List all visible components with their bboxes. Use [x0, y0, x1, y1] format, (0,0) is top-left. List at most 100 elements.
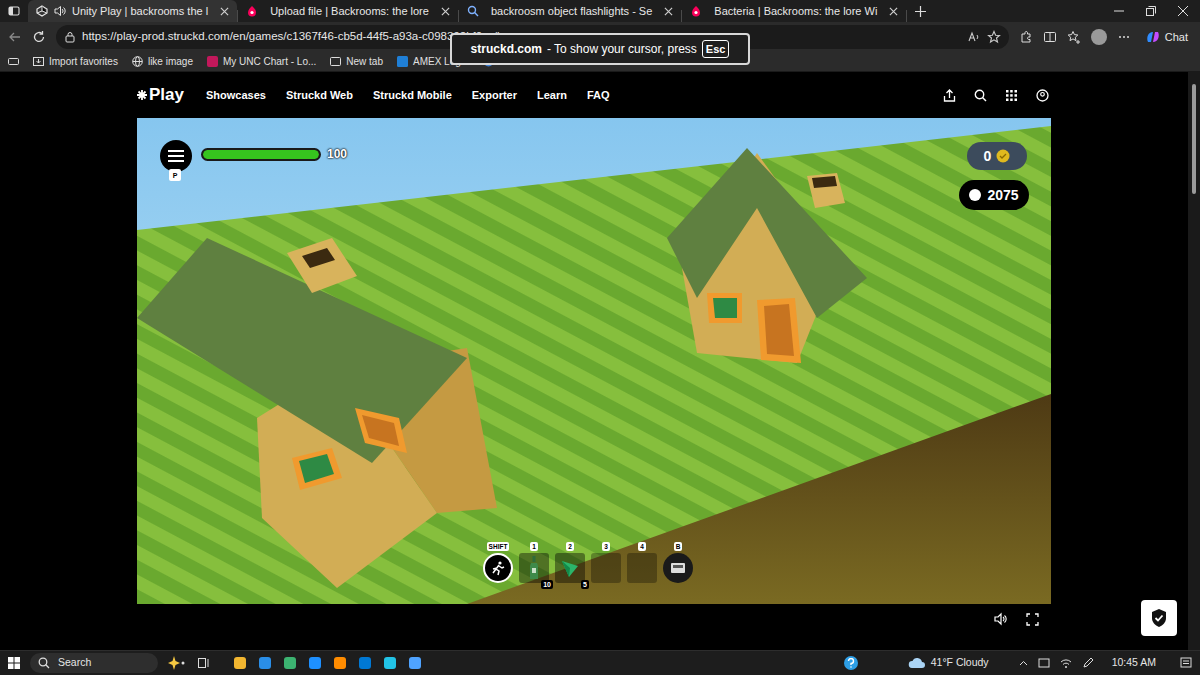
copilot-icon — [1145, 29, 1161, 45]
arrow-item-icon — [560, 558, 580, 578]
search-icon[interactable] — [974, 89, 987, 102]
health-track — [201, 148, 321, 161]
account-icon[interactable] — [1036, 89, 1049, 102]
security-button[interactable] — [1141, 600, 1177, 636]
bookmarks-toggle-icon[interactable] — [8, 56, 19, 67]
item-count: 5 — [581, 580, 589, 589]
close-tab-icon[interactable] — [441, 7, 450, 16]
menu-button[interactable] — [160, 140, 192, 172]
browser-tab[interactable]: backroosm object flashlights - Se — [459, 0, 681, 22]
back-icon[interactable] — [8, 30, 22, 44]
game-scene[interactable] — [137, 118, 1051, 604]
taskbar-search[interactable]: Search — [30, 653, 158, 673]
unity-icon — [36, 5, 48, 17]
refresh-icon[interactable] — [32, 30, 46, 44]
nav-link[interactable]: Learn — [537, 87, 567, 104]
favorites-icon[interactable] — [1067, 30, 1081, 44]
hotbar-slot[interactable]: 110 — [519, 542, 549, 583]
copilot-sparkle-icon[interactable] — [168, 656, 188, 670]
globe-icon — [132, 56, 143, 67]
nav-link[interactable]: Showcases — [206, 87, 266, 104]
browser-tab[interactable]: Upload file | Backrooms: the lore — [238, 0, 458, 22]
page-scrollbar[interactable] — [1188, 72, 1200, 650]
minimize-icon[interactable] — [1114, 6, 1124, 16]
hotbar-slot[interactable]: 25 — [555, 542, 585, 583]
sprint-button[interactable] — [483, 553, 513, 583]
tab-actions-icon[interactable] — [8, 5, 20, 17]
extensions-icon[interactable] — [1019, 30, 1033, 44]
windows-start-icon[interactable] — [8, 657, 20, 669]
nav-link[interactable]: Struckd Web — [286, 87, 353, 104]
tab-favicon — [36, 5, 48, 17]
unc-chart-icon — [207, 56, 218, 67]
taskbar-app-icon[interactable] — [234, 657, 246, 669]
audio-playing-icon[interactable] — [54, 5, 66, 17]
menu-key-badge: P — [169, 169, 181, 181]
taskbar-app-icon[interactable] — [259, 657, 271, 669]
task-view-icon[interactable] — [198, 657, 210, 669]
browser-tab[interactable]: Unity Play | backrooms the l — [28, 0, 237, 22]
notifications-icon[interactable] — [1180, 657, 1192, 669]
close-tab-icon[interactable] — [220, 7, 229, 16]
bookmark[interactable]: My UNC Chart - Lo... — [207, 54, 316, 69]
nav-link[interactable]: Exporter — [472, 87, 517, 104]
split-screen-icon[interactable] — [1043, 30, 1057, 44]
tab-title: backroosm object flashlights - Se — [491, 3, 658, 20]
tab-title: Bacteria | Backrooms: the lore Wi — [714, 3, 883, 20]
item-slot[interactable] — [555, 553, 585, 583]
hotbar-slot[interactable]: B — [663, 542, 693, 583]
bookmark[interactable]: Import favorites — [33, 54, 118, 69]
taskbar-app-icon[interactable] — [384, 657, 396, 669]
close-window-icon[interactable] — [1178, 6, 1188, 16]
taskbar-app-icon[interactable] — [359, 657, 371, 669]
empty-slot[interactable] — [627, 553, 657, 583]
bookmark[interactable]: like image — [132, 54, 193, 69]
wifi-icon[interactable] — [1060, 657, 1072, 669]
empty-slot[interactable] — [591, 553, 621, 583]
chat-button[interactable]: Chat — [1141, 26, 1192, 48]
fullscreen-icon[interactable] — [1026, 613, 1039, 626]
new-tab-icon[interactable] — [915, 6, 926, 17]
taskbar-app-icon[interactable] — [334, 657, 346, 669]
tab-audio — [54, 5, 66, 17]
key-label: 3 — [602, 542, 610, 551]
nav-link[interactable]: Struckd Mobile — [373, 87, 452, 104]
taskbar-app-icon[interactable] — [284, 657, 296, 669]
volume-icon[interactable] — [994, 612, 1008, 626]
weather-widget[interactable]: 41°F Cloudy — [908, 655, 989, 671]
profile-avatar[interactable] — [1091, 29, 1107, 45]
tray-app-icon[interactable] — [1038, 657, 1050, 669]
running-icon — [490, 560, 506, 576]
nav-link[interactable]: FAQ — [587, 87, 610, 104]
restore-icon[interactable] — [1146, 6, 1156, 16]
close-tab-icon[interactable] — [664, 7, 673, 16]
pen-icon[interactable] — [1082, 657, 1094, 669]
favorite-star-icon[interactable] — [987, 30, 1001, 44]
browser-tab[interactable]: Bacteria | Backrooms: the lore Wi — [682, 0, 906, 22]
tab-favicon — [467, 5, 479, 17]
hotbar-slot[interactable]: 4 — [627, 542, 657, 583]
taskbar-app-icon[interactable] — [309, 657, 321, 669]
apps-grid-icon[interactable] — [1005, 89, 1018, 102]
item-slot[interactable] — [519, 553, 549, 583]
hotbar-slot[interactable]: 3 — [591, 542, 621, 583]
close-tab-icon[interactable] — [889, 7, 898, 16]
lock-icon[interactable] — [64, 31, 76, 43]
menu-icon — [168, 150, 184, 162]
fandom-icon — [690, 5, 702, 17]
tray-chevron-icon[interactable] — [1019, 659, 1028, 668]
taskbar-app-icon[interactable] — [409, 657, 421, 669]
share-icon[interactable] — [943, 89, 956, 102]
hotbar-slot[interactable]: SHIFT — [483, 542, 513, 583]
site-logo[interactable]: Play — [137, 82, 184, 108]
help-icon[interactable] — [844, 656, 858, 670]
web-page: Play Showcases Struckd Web Struckd Mobile Ex… — [0, 72, 1200, 650]
read-aloud-icon[interactable] — [967, 30, 981, 44]
more-icon[interactable] — [1117, 30, 1131, 44]
key-label: B — [674, 542, 683, 551]
coin-icon — [996, 149, 1010, 163]
bookmark[interactable]: New tab — [330, 54, 383, 69]
build-button[interactable] — [663, 553, 693, 583]
clock[interactable]: 10:45 AM — [1112, 655, 1156, 671]
game-canvas[interactable]: P10002075SHIFT1102534B — [137, 118, 1051, 604]
